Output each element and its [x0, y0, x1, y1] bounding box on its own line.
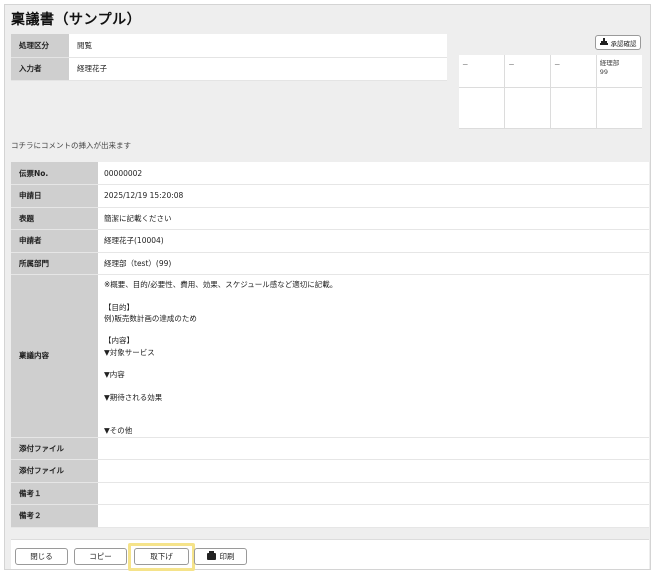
withdraw-button[interactable]: 取下げ: [134, 548, 189, 565]
detail-value: 簡潔に記載ください: [98, 207, 649, 230]
approval-stamp-slot: [459, 87, 505, 129]
print-label: 印刷: [219, 552, 235, 561]
detail-row-content: 稟議内容 ※概要、目的/必要性、費用、効果、スケジュール感など適切に記載。 【目…: [11, 274, 649, 438]
document-frame: 稟議書（サンプル） 処理区分 閲覧 入力者 経理花子 承認確認 － － － 経理…: [4, 4, 651, 571]
detail-value: [98, 459, 649, 483]
comment-text: コチラにコメントの挿入が出来ます: [11, 141, 131, 150]
info-label: 処理区分: [11, 34, 69, 58]
info-value: 閲覧: [69, 34, 447, 58]
detail-row-note: 備考２: [11, 504, 649, 528]
action-bar: 閉じる コピー 取下げ 印刷: [11, 539, 649, 571]
detail-value: [98, 504, 649, 528]
detail-row-department: 所属部門 経理部（test）(99): [11, 252, 649, 275]
detail-value: 00000002: [98, 162, 649, 185]
detail-value: 経理花子(10004): [98, 229, 649, 253]
info-row-process: 処理区分 閲覧: [11, 34, 447, 58]
copy-button[interactable]: コピー: [74, 548, 127, 565]
info-label: 入力者: [11, 57, 69, 81]
approval-cell: －: [504, 55, 551, 88]
info-value: 経理花子: [69, 57, 447, 81]
approval-stamp-slot: [504, 87, 551, 129]
stamp-icon: [599, 38, 608, 47]
detail-value: [98, 482, 649, 505]
detail-row-attachment: 添付ファイル: [11, 459, 649, 483]
detail-label: 添付ファイル: [11, 437, 98, 460]
detail-row-apply-date: 申請日 2025/12/19 15:20:08: [11, 184, 649, 208]
detail-label: 伝票No.: [11, 162, 98, 185]
close-button[interactable]: 閉じる: [15, 548, 68, 565]
detail-row-applicant: 申請者 経理花子(10004): [11, 229, 649, 253]
detail-row-subject: 表題 簡潔に記載ください: [11, 207, 649, 230]
approval-cell: －: [550, 55, 597, 88]
detail-table: 伝票No. 00000002 申請日 2025/12/19 15:20:08 表…: [11, 162, 649, 528]
detail-row-attachment: 添付ファイル: [11, 437, 649, 460]
detail-value: [98, 437, 649, 460]
approval-check-button[interactable]: 承認確認: [595, 35, 641, 50]
content-body: ※概要、目的/必要性、費用、効果、スケジュール感など適切に記載。 【目的】 例)…: [104, 280, 338, 436]
detail-value: 経理部（test）(99): [98, 252, 649, 275]
detail-label: 添付ファイル: [11, 459, 98, 483]
info-table: 処理区分 閲覧 入力者 経理花子: [11, 34, 447, 81]
approval-stamp-table: － － － 経理部 99: [459, 55, 642, 129]
printer-icon: [206, 551, 216, 560]
detail-label: 申請日: [11, 184, 98, 208]
approval-stamp-slot: [550, 87, 597, 129]
detail-row-voucher: 伝票No. 00000002: [11, 162, 649, 185]
approval-check-label: 承認確認: [610, 39, 637, 48]
detail-label: 申請者: [11, 229, 98, 253]
detail-label: 所属部門: [11, 252, 98, 275]
approval-cell: 経理部 99: [595, 55, 642, 88]
print-button[interactable]: 印刷: [194, 548, 247, 565]
detail-row-note: 備考１: [11, 482, 649, 505]
detail-value: ※概要、目的/必要性、費用、効果、スケジュール感など適切に記載。 【目的】 例)…: [98, 274, 649, 438]
detail-label: 表題: [11, 207, 98, 230]
approval-stamp-slot: [595, 87, 642, 129]
detail-label: 備考１: [11, 482, 98, 505]
approval-cell: －: [459, 55, 505, 88]
detail-label: 備考２: [11, 504, 98, 528]
detail-value: 2025/12/19 15:20:08: [98, 184, 649, 208]
info-row-inputter: 入力者 経理花子: [11, 57, 447, 81]
page-title: 稟議書（サンプル）: [11, 12, 142, 28]
detail-label: 稟議内容: [11, 274, 98, 438]
